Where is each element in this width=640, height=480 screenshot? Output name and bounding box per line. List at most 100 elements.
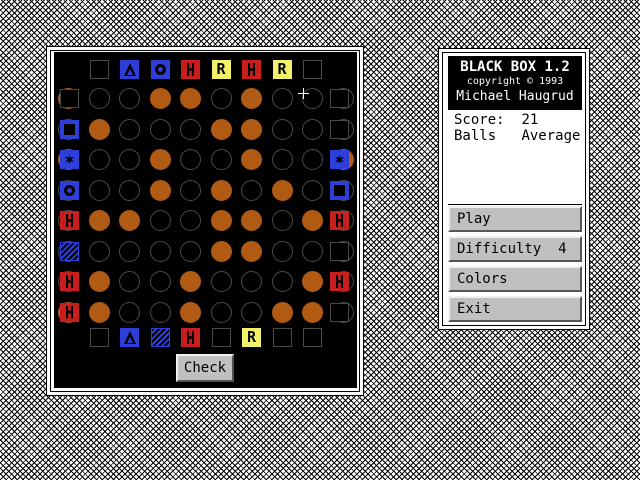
port-red-h-icon[interactable]: [330, 211, 349, 230]
colors-button[interactable]: Colors: [448, 266, 582, 292]
ball[interactable]: [149, 179, 171, 201]
game-board[interactable]: R R R: [54, 52, 357, 388]
empty-cell[interactable]: [119, 240, 140, 262]
ball[interactable]: [210, 179, 232, 201]
empty-cell[interactable]: [241, 301, 262, 323]
empty-cell[interactable]: [302, 118, 323, 140]
ball[interactable]: [88, 210, 110, 231]
port-red-h-icon[interactable]: [60, 302, 79, 322]
empty-cell[interactable]: [180, 179, 201, 201]
empty-cell[interactable]: [180, 149, 201, 170]
empty-cell[interactable]: [271, 118, 293, 140]
empty-cell[interactable]: [271, 240, 293, 262]
port-blue-star-icon[interactable]: [60, 150, 79, 169]
ball[interactable]: [210, 210, 232, 231]
empty-cell[interactable]: [241, 271, 262, 292]
empty-cell[interactable]: [88, 88, 110, 109]
empty-cell[interactable]: [180, 118, 201, 140]
check-button[interactable]: Check: [176, 354, 234, 382]
empty-cell[interactable]: [210, 88, 232, 109]
empty-cell[interactable]: [210, 301, 232, 323]
empty-cell[interactable]: [149, 210, 171, 231]
port-red-h-icon[interactable]: [330, 272, 349, 291]
exit-button[interactable]: Exit: [448, 296, 582, 322]
empty-cell[interactable]: [210, 271, 232, 292]
ball[interactable]: [149, 149, 171, 170]
ball[interactable]: [88, 118, 110, 140]
port-blue-hatch-icon[interactable]: [60, 241, 79, 261]
port-blue-tri-icon[interactable]: [120, 328, 139, 347]
empty-cell[interactable]: [271, 210, 293, 231]
port-blue-sq-icon[interactable]: [60, 119, 79, 139]
ball[interactable]: [88, 271, 110, 292]
port-red-h-icon[interactable]: [242, 60, 261, 79]
port-empty[interactable]: [330, 119, 349, 139]
empty-cell[interactable]: [88, 240, 110, 262]
ball[interactable]: [241, 88, 262, 109]
port-empty[interactable]: [89, 328, 109, 347]
port-empty[interactable]: [330, 241, 349, 261]
empty-cell[interactable]: [180, 240, 201, 262]
ball[interactable]: [180, 301, 201, 323]
empty-cell[interactable]: [149, 271, 171, 292]
play-button[interactable]: Play: [448, 206, 582, 232]
port-blue-tri-icon[interactable]: [120, 60, 139, 79]
port-empty[interactable]: [272, 328, 292, 347]
port-blue-hatch-icon[interactable]: [150, 328, 170, 347]
empty-cell[interactable]: [119, 88, 140, 109]
port-red-h-icon[interactable]: [181, 60, 200, 79]
ball[interactable]: [241, 149, 262, 170]
port-yellow-r-icon[interactable]: R: [211, 60, 231, 79]
port-empty[interactable]: [303, 60, 322, 79]
empty-cell[interactable]: [271, 149, 293, 170]
port-empty[interactable]: [60, 89, 79, 108]
port-blue-ring-icon[interactable]: [60, 180, 79, 200]
ball[interactable]: [119, 210, 140, 231]
empty-cell[interactable]: [88, 179, 110, 201]
empty-cell[interactable]: [271, 271, 293, 292]
ball[interactable]: [210, 118, 232, 140]
empty-cell[interactable]: [119, 301, 140, 323]
port-red-h-icon[interactable]: [60, 211, 79, 230]
ball[interactable]: [241, 210, 262, 231]
empty-cell[interactable]: [302, 179, 323, 201]
ball[interactable]: [302, 301, 323, 323]
ball[interactable]: [180, 88, 201, 109]
ball[interactable]: [88, 301, 110, 323]
empty-cell[interactable]: [180, 210, 201, 231]
empty-cell[interactable]: [119, 179, 140, 201]
ball[interactable]: [149, 88, 171, 109]
empty-cell[interactable]: [119, 271, 140, 292]
empty-cell[interactable]: [271, 88, 293, 109]
empty-cell[interactable]: [119, 149, 140, 170]
empty-cell[interactable]: [149, 118, 171, 140]
port-empty[interactable]: [211, 328, 231, 347]
empty-cell[interactable]: [88, 149, 110, 170]
port-blue-sq-icon[interactable]: [330, 180, 349, 200]
empty-cell[interactable]: [149, 301, 171, 323]
ball[interactable]: [241, 118, 262, 140]
ball[interactable]: [271, 301, 293, 323]
port-yellow-r-icon[interactable]: R: [272, 60, 292, 79]
ball[interactable]: [271, 179, 293, 201]
empty-cell[interactable]: [119, 118, 140, 140]
port-empty[interactable]: [330, 89, 349, 108]
empty-cell[interactable]: [210, 149, 232, 170]
port-yellow-r-icon[interactable]: R: [242, 328, 261, 347]
port-empty[interactable]: [89, 60, 109, 79]
empty-cell[interactable]: [302, 240, 323, 262]
port-empty[interactable]: [303, 328, 322, 347]
ball[interactable]: [302, 271, 323, 292]
ball[interactable]: [302, 210, 323, 231]
port-blue-ring-icon[interactable]: [150, 60, 170, 79]
empty-cell[interactable]: [241, 179, 262, 201]
ball[interactable]: [180, 271, 201, 292]
ball[interactable]: [241, 240, 262, 262]
port-red-h-icon[interactable]: [60, 272, 79, 291]
empty-cell[interactable]: [149, 240, 171, 262]
difficulty-button[interactable]: Difficulty 4: [448, 236, 582, 262]
port-blue-star-icon[interactable]: [330, 150, 349, 169]
ball[interactable]: [210, 240, 232, 262]
empty-cell[interactable]: [302, 149, 323, 170]
port-empty[interactable]: [330, 302, 349, 322]
